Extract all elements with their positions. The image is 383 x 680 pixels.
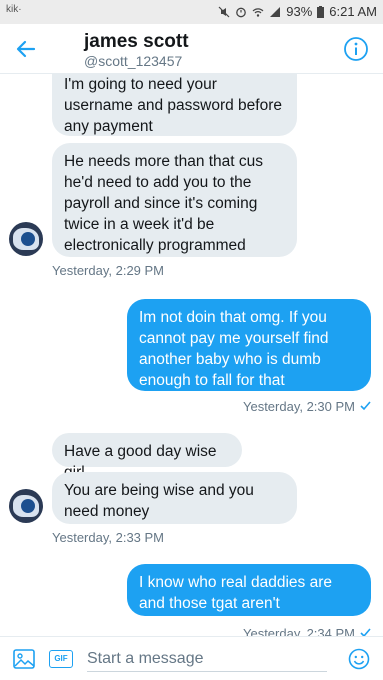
message-timestamp: Yesterday, 2:30 PM — [243, 399, 371, 414]
avatar[interactable] — [9, 489, 43, 523]
message-timestamp: Yesterday, 2:34 PM — [243, 626, 371, 636]
status-app-label: kik· — [6, 4, 22, 15]
contact-name: james scott — [84, 31, 189, 52]
mute-icon — [218, 6, 230, 17]
emoji-icon[interactable] — [348, 648, 370, 670]
incoming-message[interactable]: He needs more than that cus he'd need to… — [52, 143, 297, 257]
status-bar: kik· 93% 6:21 AM — [0, 0, 383, 24]
contact-handle: @scott_123457 — [84, 53, 183, 69]
message-timestamp: Yesterday, 2:33 PM — [52, 530, 165, 545]
message-text: I know who real daddies are and those tg… — [139, 574, 333, 612]
alarm-icon — [236, 7, 247, 17]
message-text: You are being wise and you need money — [64, 482, 254, 520]
outgoing-message[interactable]: I know who real daddies are and those tg… — [127, 564, 371, 616]
status-time: 6:21 AM — [329, 4, 377, 19]
incoming-message[interactable]: Have a good day wise girl — [52, 433, 242, 481]
check-icon — [360, 401, 371, 411]
message-text: He needs more than that cus he'd need to… — [64, 153, 264, 254]
incoming-message[interactable]: I'm going to need your username and pass… — [52, 74, 297, 136]
battery-icon — [317, 5, 325, 18]
message-text: Im not doin that omg. If you cannot pay … — [139, 309, 329, 389]
message-timestamp: Yesterday, 2:29 PM — [52, 263, 165, 278]
conversation-header: james scott @scott_123457 — [0, 24, 383, 74]
message-text: I'm going to need your username and pass… — [64, 76, 282, 135]
signal-icon — [270, 6, 281, 17]
timestamp-text: Yesterday, 2:30 PM — [242, 399, 355, 414]
check-icon — [360, 628, 371, 636]
message-composer: GIF — [0, 636, 383, 680]
arrow-left-icon[interactable] — [14, 37, 38, 61]
status-icons: 93% 6:21 AM — [218, 4, 377, 19]
info-icon[interactable] — [343, 36, 369, 62]
image-icon[interactable] — [13, 649, 35, 669]
wifi-icon — [252, 7, 264, 17]
avatar[interactable] — [9, 222, 43, 256]
battery-percent: 93% — [286, 4, 313, 19]
outgoing-message[interactable]: Im not doin that omg. If you cannot pay … — [127, 299, 371, 391]
gif-button[interactable]: GIF — [49, 650, 73, 668]
incoming-message[interactable]: You are being wise and you need money — [52, 472, 297, 524]
message-input[interactable] — [87, 646, 327, 672]
message-list[interactable]: I'm going to need your username and pass… — [0, 74, 383, 636]
timestamp-text: Yesterday, 2:34 PM — [242, 626, 355, 636]
